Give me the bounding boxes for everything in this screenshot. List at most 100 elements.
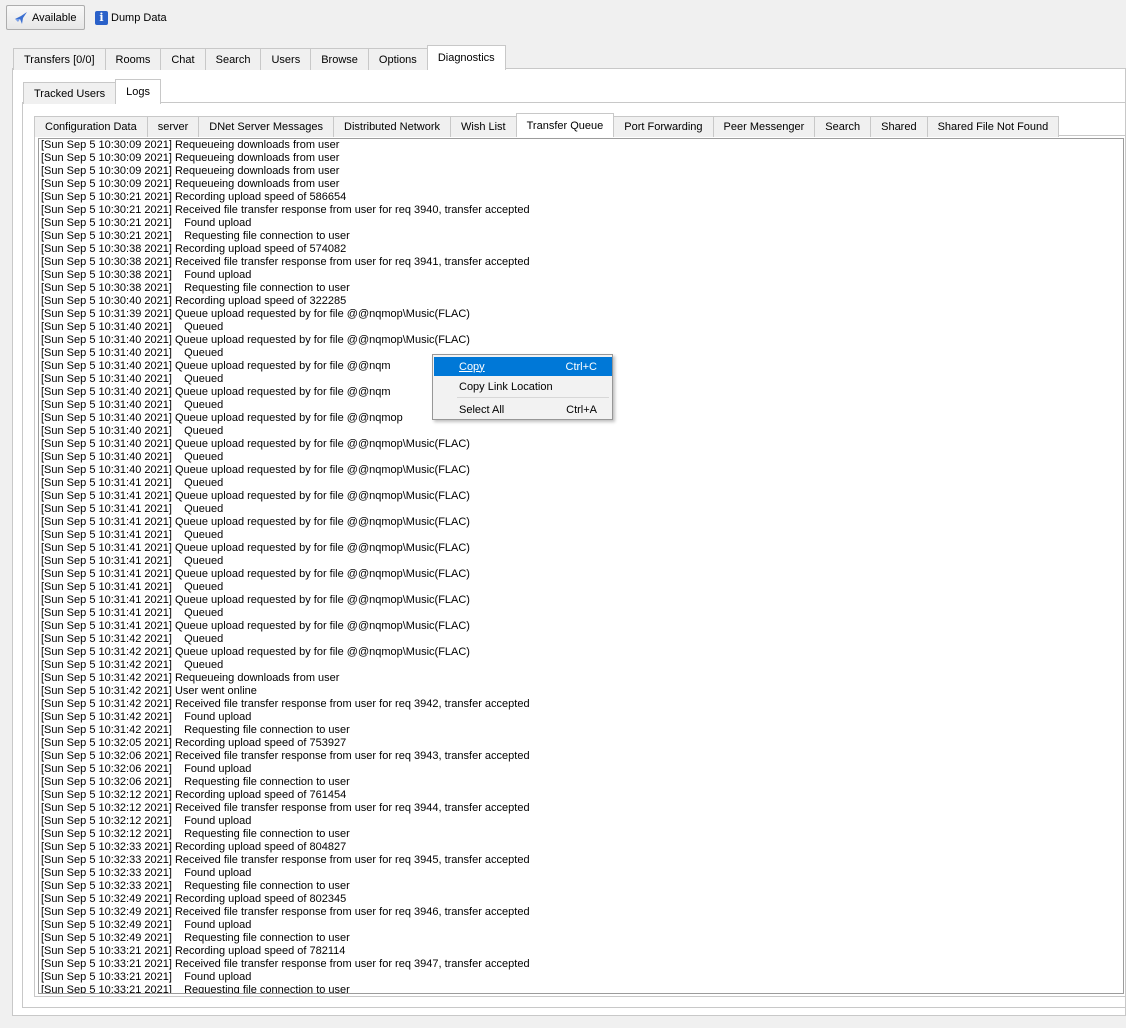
log-line: [Sun Sep 5 10:31:41 2021] Queued — [41, 477, 224, 489]
menu-item-copy[interactable]: Copy Ctrl+C — [434, 357, 612, 376]
log-line: [Sun Sep 5 10:31:41 2021] Queued — [41, 529, 224, 541]
log-line: [Sun Sep 5 10:31:41 2021] Queue upload r… — [41, 568, 470, 580]
log-line: [Sun Sep 5 10:31:41 2021] Queue upload r… — [41, 542, 470, 554]
tab-transfers[interactable]: Transfers [0/0] — [13, 48, 106, 70]
tab-server[interactable]: server — [146, 116, 200, 137]
tab-port-forwarding[interactable]: Port Forwarding — [613, 116, 714, 137]
menu-item-copy-link-location[interactable]: Copy Link Location — [434, 377, 612, 396]
tab-options[interactable]: Options — [367, 48, 428, 70]
tab-shared-file-not-found[interactable]: Shared File Not Found — [926, 116, 1060, 137]
info-icon: i — [95, 10, 108, 25]
log-line: [Sun Sep 5 10:31:40 2021] Queue upload r… — [41, 438, 470, 450]
tab-tracked-users[interactable]: Tracked Users — [23, 82, 117, 104]
log-line: [Sun Sep 5 10:32:49 2021] Found upload — [41, 919, 252, 931]
log-line: [Sun Sep 5 10:30:21 2021] Requesting fil… — [41, 230, 350, 242]
available-label: Available — [32, 11, 77, 24]
tab-logs[interactable]: Logs — [115, 79, 161, 104]
log-line: [Sun Sep 5 10:32:33 2021] Found upload — [41, 867, 252, 879]
menu-item-copy-shortcut: Ctrl+C — [565, 360, 597, 373]
tab-chat[interactable]: Chat — [160, 48, 206, 70]
bird-icon — [13, 10, 29, 26]
log-line: [Sun Sep 5 10:31:42 2021] Queued — [41, 633, 224, 645]
log-line: [Sun Sep 5 10:31:41 2021] Queued — [41, 503, 224, 515]
log-category-tab-strip: Configuration Data server DNet Server Me… — [34, 112, 1060, 137]
log-line: [Sun Sep 5 10:32:12 2021] Found upload — [41, 815, 252, 827]
log-line: [Sun Sep 5 10:32:06 2021] Requesting fil… — [41, 776, 350, 788]
menu-item-select-all[interactable]: Select All Ctrl+A — [434, 400, 612, 419]
log-line: [Sun Sep 5 10:30:38 2021] Requesting fil… — [41, 282, 350, 294]
toolbar: Available i Dump Data — [0, 0, 1126, 34]
log-line: [Sun Sep 5 10:31:42 2021] User went onli… — [41, 685, 257, 697]
log-line: [Sun Sep 5 10:33:21 2021] Found upload — [41, 971, 252, 983]
menu-item-select-all-label: Select All — [459, 403, 505, 416]
log-line: [Sun Sep 5 10:32:33 2021] Recording uplo… — [41, 841, 347, 853]
log-line: [Sun Sep 5 10:31:41 2021] Queued — [41, 607, 224, 619]
log-line: [Sun Sep 5 10:31:42 2021] Queue upload r… — [41, 646, 470, 658]
tab-distributed-network[interactable]: Distributed Network — [333, 116, 451, 137]
tab-shared[interactable]: Shared — [870, 116, 928, 137]
diagnostics-tab-strip: Tracked Users Logs — [23, 79, 161, 104]
log-line: [Sun Sep 5 10:31:41 2021] Queue upload r… — [41, 490, 470, 502]
log-line: [Sun Sep 5 10:31:41 2021] Queue upload r… — [41, 594, 470, 606]
tab-transfer-queue[interactable]: Transfer Queue — [515, 113, 615, 137]
log-line: [Sun Sep 5 10:32:12 2021] Received file … — [41, 802, 530, 814]
tab-wish-list[interactable]: Wish List — [450, 116, 517, 137]
tab-peer-messenger[interactable]: Peer Messenger — [712, 116, 816, 137]
log-line: [Sun Sep 5 10:31:42 2021] Queued — [41, 659, 224, 671]
log-line: [Sun Sep 5 10:30:40 2021] Recording uplo… — [41, 295, 347, 307]
log-line: [Sun Sep 5 10:30:38 2021] Found upload — [41, 269, 252, 281]
log-line: [Sun Sep 5 10:31:40 2021] Queue upload r… — [41, 334, 470, 346]
log-line: [Sun Sep 5 10:30:38 2021] Recording uplo… — [41, 243, 347, 255]
tab-dnet-server-messages[interactable]: DNet Server Messages — [198, 116, 335, 137]
log-line: [Sun Sep 5 10:31:42 2021] Requeueing dow… — [41, 672, 340, 684]
menu-separator — [457, 397, 609, 398]
menu-item-select-all-shortcut: Ctrl+A — [566, 403, 597, 416]
log-line: [Sun Sep 5 10:30:09 2021] Requeueing dow… — [41, 178, 340, 190]
log-text-area[interactable]: [Sun Sep 5 10:30:09 2021] Requeueing dow… — [38, 138, 1124, 994]
main-tab-strip: Transfers [0/0] Rooms Chat Search Users … — [13, 45, 506, 70]
log-line: [Sun Sep 5 10:32:06 2021] Received file … — [41, 750, 530, 762]
tab-browse[interactable]: Browse — [310, 48, 369, 70]
log-line: [Sun Sep 5 10:32:05 2021] Recording uplo… — [41, 737, 347, 749]
log-line: [Sun Sep 5 10:31:41 2021] Queue upload r… — [41, 516, 470, 528]
log-line: [Sun Sep 5 10:31:41 2021] Queued — [41, 581, 224, 593]
tab-rooms[interactable]: Rooms — [104, 48, 162, 70]
tab-users[interactable]: Users — [260, 48, 312, 70]
tab-search[interactable]: Search — [204, 48, 262, 70]
log-line: [Sun Sep 5 10:30:21 2021] Recording uplo… — [41, 191, 347, 203]
tab-diagnostics[interactable]: Diagnostics — [426, 45, 506, 70]
log-line: [Sun Sep 5 10:32:49 2021] Recording uplo… — [41, 893, 347, 905]
log-line: [Sun Sep 5 10:32:33 2021] Received file … — [41, 854, 530, 866]
dump-data-button[interactable]: i Dump Data — [93, 5, 173, 30]
log-line: [Sun Sep 5 10:33:21 2021] Received file … — [41, 958, 530, 970]
log-line: [Sun Sep 5 10:32:12 2021] Recording uplo… — [41, 789, 347, 801]
tab-log-search[interactable]: Search — [814, 116, 872, 137]
log-line: [Sun Sep 5 10:31:41 2021] Queued — [41, 555, 224, 567]
available-button[interactable]: Available — [6, 5, 85, 30]
log-line: [Sun Sep 5 10:31:42 2021] Found upload — [41, 711, 252, 723]
log-line: [Sun Sep 5 10:31:40 2021] Queue upload r… — [41, 464, 470, 476]
log-line: [Sun Sep 5 10:30:09 2021] Requeueing dow… — [41, 165, 340, 177]
log-line: [Sun Sep 5 10:30:09 2021] Requeueing dow… — [41, 139, 340, 151]
log-line: [Sun Sep 5 10:30:38 2021] Received file … — [41, 256, 530, 268]
log-line: [Sun Sep 5 10:32:49 2021] Requesting fil… — [41, 932, 350, 944]
menu-item-copy-label: Copy — [459, 360, 485, 373]
log-line: [Sun Sep 5 10:31:40 2021] Queued — [41, 451, 224, 463]
tab-configuration-data[interactable]: Configuration Data — [34, 116, 148, 137]
log-line: [Sun Sep 5 10:33:21 2021] Recording uplo… — [41, 945, 346, 957]
log-line: [Sun Sep 5 10:30:09 2021] Requeueing dow… — [41, 152, 340, 164]
menu-item-copy-link-label: Copy Link Location — [459, 380, 553, 393]
dump-data-label: Dump Data — [111, 11, 167, 24]
log-line: [Sun Sep 5 10:31:40 2021] Queued — [41, 425, 224, 437]
log-line: [Sun Sep 5 10:32:49 2021] Received file … — [41, 906, 530, 918]
log-line: [Sun Sep 5 10:30:21 2021] Found upload — [41, 217, 252, 229]
log-line: [Sun Sep 5 10:31:42 2021] Received file … — [41, 698, 530, 710]
log-line: [Sun Sep 5 10:32:12 2021] Requesting fil… — [41, 828, 350, 840]
log-line: [Sun Sep 5 10:31:39 2021] Queue upload r… — [41, 308, 470, 320]
context-menu: Copy Ctrl+C Copy Link Location Select Al… — [432, 354, 613, 420]
log-line: [Sun Sep 5 10:30:21 2021] Received file … — [41, 204, 530, 216]
log-line: [Sun Sep 5 10:32:33 2021] Requesting fil… — [41, 880, 350, 892]
log-line: [Sun Sep 5 10:31:40 2021] Queued — [41, 321, 224, 333]
log-line: [Sun Sep 5 10:33:21 2021] Requesting fil… — [41, 984, 350, 994]
log-line: [Sun Sep 5 10:31:42 2021] Requesting fil… — [41, 724, 350, 736]
